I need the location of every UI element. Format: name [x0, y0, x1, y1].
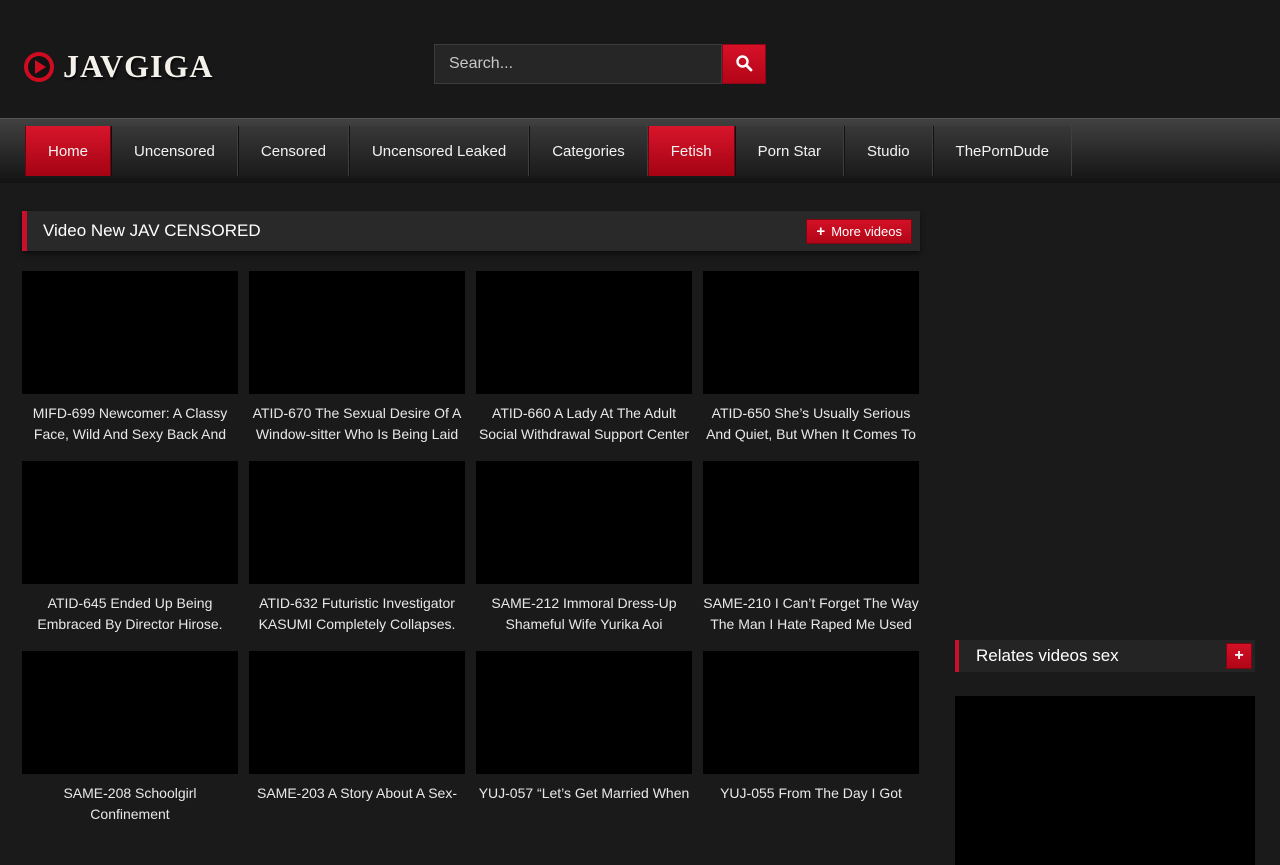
more-videos-button[interactable]: + More videos — [806, 219, 912, 244]
video-thumbnail[interactable] — [476, 651, 692, 774]
nav-item-theporndude[interactable]: ThePornDude — [933, 126, 1072, 176]
video-card[interactable]: SAME-208 Schoolgirl Confinement — [22, 651, 238, 825]
video-title: SAME-203 A Story About A Sex- — [249, 783, 465, 804]
video-card[interactable]: SAME-210 I Can’t Forget The Way The Man … — [703, 461, 919, 635]
video-card[interactable]: ATID-645 Ended Up Being Embraced By Dire… — [22, 461, 238, 635]
video-thumbnail[interactable] — [249, 651, 465, 774]
video-thumbnail[interactable] — [476, 271, 692, 394]
video-title: SAME-212 Immoral Dress-Up Shameful Wife … — [476, 593, 692, 635]
video-title: MIFD-699 Newcomer: A Classy Face, Wild A… — [22, 403, 238, 445]
video-card[interactable]: ATID-650 She’s Usually Serious And Quiet… — [703, 271, 919, 445]
video-thumbnail[interactable] — [249, 461, 465, 584]
search-bar — [434, 44, 766, 84]
sidebar-header: Relates videos sex + — [955, 640, 1255, 672]
main-navbar: HomeUncensoredCensoredUncensored LeakedC… — [0, 118, 1280, 183]
nav-item-categories[interactable]: Categories — [529, 126, 648, 176]
search-button[interactable] — [722, 44, 766, 84]
video-thumbnail[interactable] — [22, 651, 238, 774]
video-title: ATID-670 The Sexual Desire Of A Window-s… — [249, 403, 465, 445]
nav-item-studio[interactable]: Studio — [844, 126, 933, 176]
more-videos-label: More videos — [831, 224, 902, 239]
nav-item-censored[interactable]: Censored — [238, 126, 349, 176]
video-card[interactable]: ATID-632 Futuristic Investigator KASUMI … — [249, 461, 465, 635]
video-thumbnail[interactable] — [22, 461, 238, 584]
play-circle-icon — [24, 52, 54, 82]
video-title: ATID-650 She’s Usually Serious And Quiet… — [703, 403, 919, 445]
video-card[interactable]: SAME-203 A Story About A Sex- — [249, 651, 465, 825]
site-logo[interactable]: JAVGIGA — [24, 48, 213, 85]
video-card[interactable]: YUJ-057 “Let’s Get Married When — [476, 651, 692, 825]
video-thumbnail[interactable] — [703, 651, 919, 774]
video-title: YUJ-055 From The Day I Got — [703, 783, 919, 804]
video-title: ATID-660 A Lady At The Adult Social With… — [476, 403, 692, 445]
site-header: JAVGIGA — [0, 0, 1280, 118]
video-thumbnail[interactable] — [703, 461, 919, 584]
video-thumbnail[interactable] — [249, 271, 465, 394]
plus-icon: + — [816, 224, 825, 239]
video-thumbnail[interactable] — [703, 271, 919, 394]
sidebar-video-thumbnail[interactable] — [955, 696, 1255, 865]
video-grid: MIFD-699 Newcomer: A Classy Face, Wild A… — [22, 271, 920, 841]
main-content: Video New JAV CENSORED + More videos MIF… — [22, 211, 920, 841]
sidebar-title: Relates videos sex — [976, 646, 1119, 666]
site-logo-text: JAVGIGA — [63, 48, 213, 85]
video-thumbnail[interactable] — [22, 271, 238, 394]
video-title: SAME-210 I Can’t Forget The Way The Man … — [703, 593, 919, 635]
search-input[interactable] — [434, 44, 722, 84]
sidebar-expand-button[interactable]: + — [1226, 643, 1252, 669]
video-card[interactable]: ATID-660 A Lady At The Adult Social With… — [476, 271, 692, 445]
video-title: SAME-208 Schoolgirl Confinement — [22, 783, 238, 825]
nav-item-porn-star[interactable]: Porn Star — [735, 126, 844, 176]
video-card[interactable]: MIFD-699 Newcomer: A Classy Face, Wild A… — [22, 271, 238, 445]
video-card[interactable]: ATID-670 The Sexual Desire Of A Window-s… — [249, 271, 465, 445]
video-title: ATID-632 Futuristic Investigator KASUMI … — [249, 593, 465, 635]
section-header: Video New JAV CENSORED + More videos — [22, 211, 920, 251]
video-card[interactable]: YUJ-055 From The Day I Got — [703, 651, 919, 825]
section-title: Video New JAV CENSORED — [43, 221, 261, 241]
related-sidebar: Relates videos sex + — [955, 640, 1255, 865]
video-title: ATID-645 Ended Up Being Embraced By Dire… — [22, 593, 238, 635]
nav-item-uncensored-leaked[interactable]: Uncensored Leaked — [349, 126, 529, 176]
video-card[interactable]: SAME-212 Immoral Dress-Up Shameful Wife … — [476, 461, 692, 635]
video-thumbnail[interactable] — [476, 461, 692, 584]
magnifier-icon — [735, 54, 753, 75]
video-title: YUJ-057 “Let’s Get Married When — [476, 783, 692, 804]
plus-icon: + — [1234, 647, 1243, 665]
nav-item-home[interactable]: Home — [25, 126, 111, 176]
nav-item-uncensored[interactable]: Uncensored — [111, 126, 238, 176]
nav-item-fetish[interactable]: Fetish — [648, 126, 735, 176]
